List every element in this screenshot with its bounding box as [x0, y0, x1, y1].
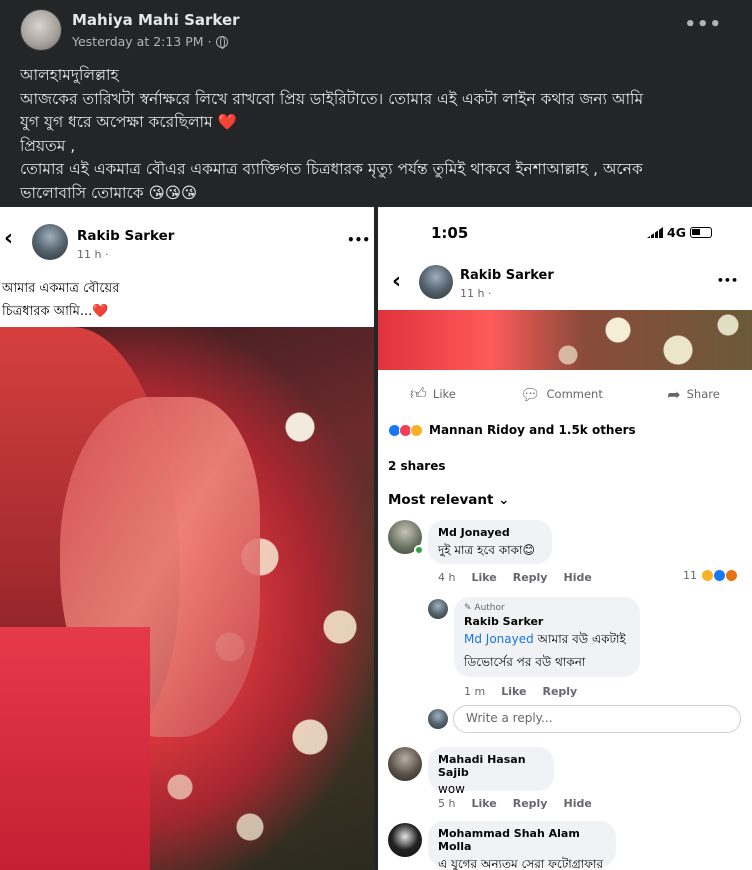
comment-reply-button[interactable]: Reply	[513, 571, 548, 584]
post-timestamp[interactable]: Yesterday at 2:13 PM	[72, 34, 204, 49]
more-options-icon[interactable]: •••	[347, 233, 370, 247]
meta-separator: ·	[207, 34, 212, 49]
caption: আমার একমাত্র বৌয়ের চিত্রধারক আমি...❤️	[2, 277, 119, 323]
haha-reaction-icon	[410, 423, 423, 437]
network-type: 4G	[667, 225, 686, 240]
caption-line: চিত্রধারক আমি...❤️	[2, 304, 109, 319]
comment-time[interactable]: 5 h	[438, 797, 455, 810]
comment-text: এ যুগের অন্যতম সেরা ফটোগ্রাফার	[438, 857, 604, 870]
author-name[interactable]: Mahiya Mahi Sarker	[72, 11, 240, 29]
comment-like-button[interactable]: Like	[501, 685, 526, 698]
comment-author[interactable]: Md Jonayed	[438, 526, 542, 539]
post-line: তোমার এই একমাত্র বৌএর একমাত্র ব্যাক্তিগত…	[20, 160, 643, 178]
comment-text-line2: ডিভোর্সের পর বউ থাকনা	[464, 655, 586, 669]
status-network: 4G	[647, 225, 712, 240]
comment-author[interactable]: Rakib Sarker	[464, 615, 630, 628]
comment-button[interactable]: 💬︎ Comment	[520, 385, 603, 404]
like-label: Like	[432, 387, 456, 401]
reply-input[interactable]: Write a reply...	[453, 705, 741, 733]
post-line: আলহামদুলিল্লাহ	[20, 66, 119, 84]
comment-like-button[interactable]: Like	[471, 571, 496, 584]
avatar[interactable]	[428, 709, 448, 729]
shares-count[interactable]: 2 shares	[388, 459, 446, 473]
more-options-icon[interactable]: •••	[717, 274, 738, 287]
post-meta: 11 h ·	[460, 287, 492, 300]
like-button[interactable]: 👍︎ Like	[410, 384, 456, 404]
mention-link[interactable]: Md Jonayed	[464, 632, 534, 646]
battery-icon	[690, 227, 712, 238]
comment-reply-button[interactable]: Reply	[542, 685, 577, 698]
globe-icon[interactable]	[215, 35, 228, 49]
post-meta: Yesterday at 2:13 PM ·	[72, 34, 228, 49]
comment-author[interactable]: Mahadi Hasan Sajib	[438, 753, 544, 779]
pencil-icon: ✎	[464, 603, 475, 613]
angry-reaction-icon	[725, 569, 738, 582]
thumbs-up-icon: 👍︎	[410, 384, 427, 403]
comment-label: Comment	[546, 387, 603, 401]
reaction-summary[interactable]: Mannan Ridoy and 1.5k others	[388, 423, 636, 437]
post-line: যুগ যুগ ধরে অপেক্ষা করেছিলাম ❤️	[20, 113, 237, 131]
status-time: 1:05	[431, 224, 469, 242]
screenshot-left[interactable]: ‹ Rakib Sarker 11 h · ••• আমার একমাত্র ব…	[0, 207, 374, 870]
comment-icon: 💬︎	[520, 384, 541, 404]
screenshot-right[interactable]: 1:05 4G ‹ Rakib Sarker 11 h · ••• 👍︎ Like…	[378, 207, 752, 870]
back-arrow-icon[interactable]: ‹	[392, 269, 401, 294]
photo-dress	[0, 627, 150, 870]
avatar[interactable]	[428, 599, 448, 619]
more-options-icon[interactable]: •••	[684, 14, 722, 35]
author-name[interactable]: Rakib Sarker	[77, 228, 174, 244]
avatar[interactable]	[32, 224, 68, 260]
caption-line: আমার একমাত্র বৌয়ের	[2, 281, 120, 296]
comment-bubble[interactable]: Mohammad Shah Alam Molla এ যুগের অন্যতম …	[428, 821, 616, 870]
avatar[interactable]	[388, 747, 422, 781]
post-photos[interactable]: ‹ Rakib Sarker 11 h · ••• আমার একমাত্র ব…	[0, 207, 752, 870]
comment-react-count: 11	[683, 569, 697, 582]
back-arrow-icon[interactable]: ‹	[4, 226, 13, 251]
comment-actions: 1 m Like Reply	[464, 685, 577, 698]
action-bar: 👍︎ Like 💬︎ Comment ➦ Share	[378, 379, 752, 409]
comment-reactions[interactable]: 11	[683, 569, 738, 582]
portrait-photo[interactable]	[0, 327, 374, 870]
photo-strip[interactable]	[378, 310, 752, 370]
share-button[interactable]: ➦ Share	[667, 385, 720, 404]
author-badge: ✎ Author	[464, 603, 630, 613]
online-dot-icon	[414, 545, 424, 555]
comment-time[interactable]: 1 m	[464, 685, 485, 698]
comment-bubble[interactable]: Mahadi Hasan Sajib wow	[428, 747, 554, 796]
comment-actions: 5 h Like Reply Hide	[438, 797, 592, 810]
post-line: ভালোবাসি তোমাকে 😘😘😘	[20, 183, 198, 202]
reply-bubble[interactable]: ✎ Author Rakib Sarker Md Jonayed আমার বউ…	[454, 597, 640, 677]
comment-reply-button[interactable]: Reply	[513, 797, 548, 810]
share-label: Share	[686, 387, 720, 401]
author-avatar[interactable]	[20, 9, 62, 51]
post-text: আলহামদুলিল্লাহ আজকের তারিখটা স্বর্নাক্ষর…	[20, 64, 732, 205]
post-header: Mahiya Mahi Sarker Yesterday at 2:13 PM …	[0, 0, 752, 60]
post-line: প্রিয়তম ,	[20, 136, 76, 155]
post-line: আজকের তারিখটা স্বর্নাক্ষরে লিখে রাখবো প্…	[20, 89, 644, 108]
comment-author[interactable]: Mohammad Shah Alam Molla	[438, 827, 606, 853]
share-icon: ➦	[667, 384, 681, 404]
post-meta: 11 h ·	[77, 248, 109, 261]
comment-hide-button[interactable]: Hide	[563, 571, 591, 584]
avatar[interactable]	[388, 823, 422, 857]
comment-like-button[interactable]: Like	[471, 797, 496, 810]
comment-actions: 4 h Like Reply Hide	[438, 571, 592, 584]
comment-hide-button[interactable]: Hide	[563, 797, 591, 810]
comment-text-part: আমার বউ একটাই	[533, 632, 626, 646]
comment-text: দুই মাত্র হবে কাকা😊	[438, 543, 536, 557]
avatar[interactable]	[419, 265, 453, 299]
comment-bubble[interactable]: Md Jonayed দুই মাত্র হবে কাকা😊	[428, 520, 552, 564]
author-name[interactable]: Rakib Sarker	[460, 268, 554, 283]
sort-dropdown[interactable]: Most relevant ⌄	[388, 492, 509, 508]
signal-icon	[647, 227, 664, 238]
comment-text: Md Jonayed আমার বউ একটাই	[464, 631, 630, 651]
comment-text: wow	[438, 782, 465, 796]
reaction-text: Mannan Ridoy and 1.5k others	[429, 423, 636, 437]
comment-time[interactable]: 4 h	[438, 571, 455, 584]
badge-label: Author	[474, 603, 505, 613]
